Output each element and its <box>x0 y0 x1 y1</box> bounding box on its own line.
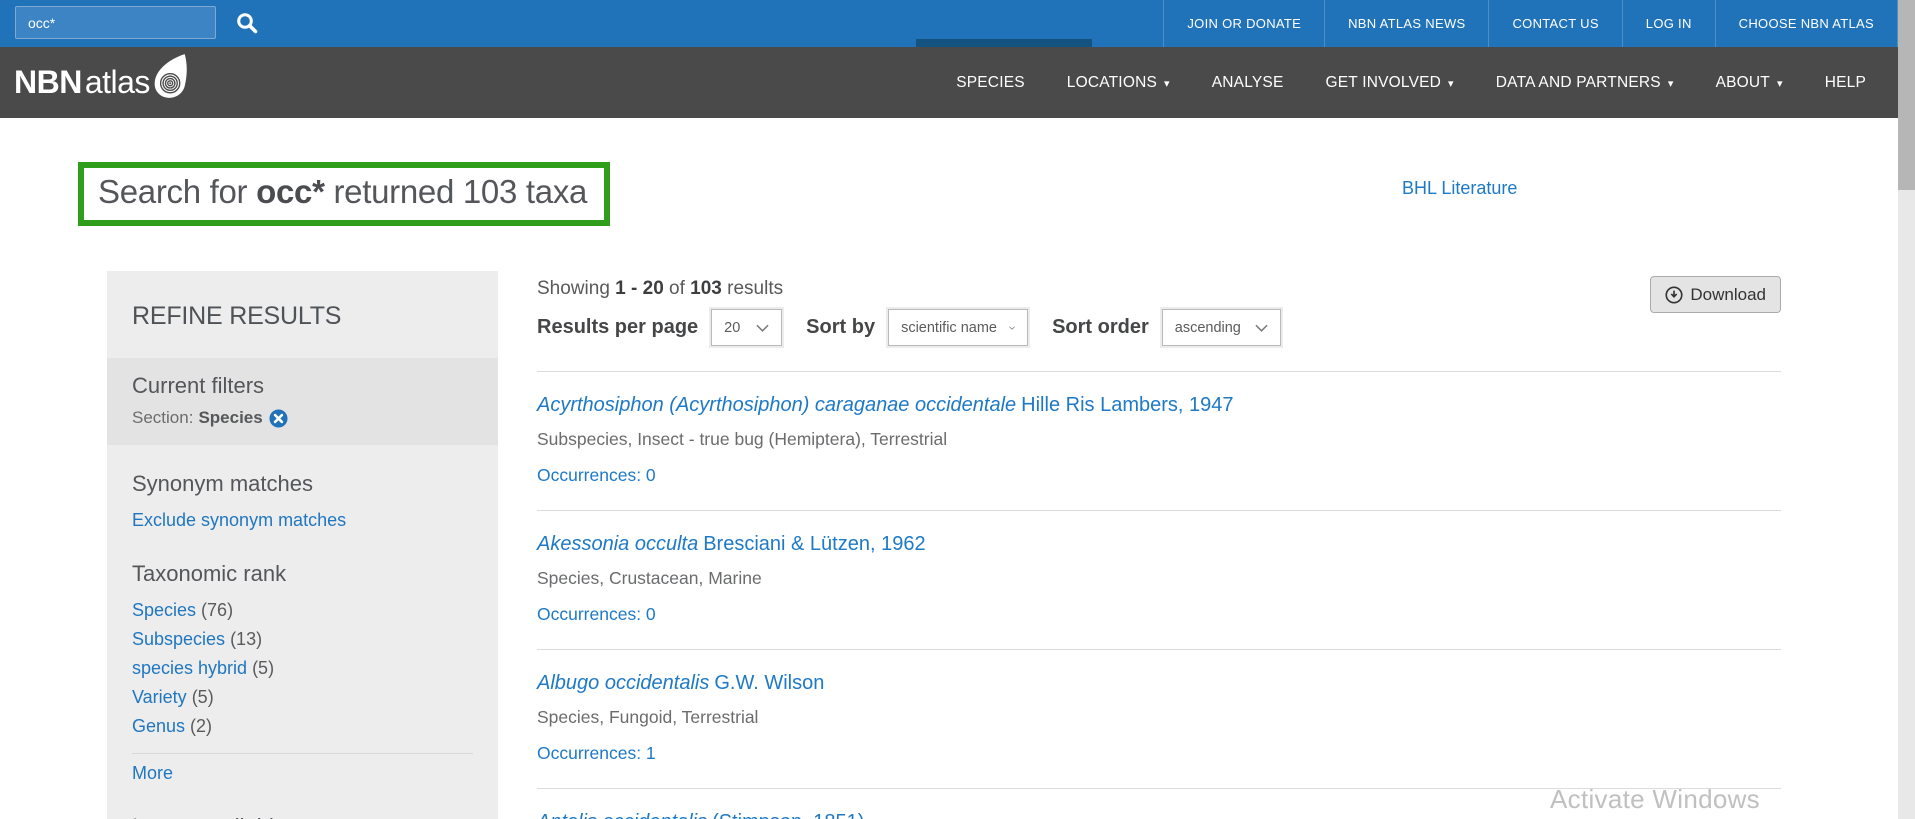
current-filters-heading: Current filters <box>132 373 265 398</box>
page-title: Search for occ* returned 103 taxa <box>98 173 588 210</box>
sidebar-divider <box>132 753 473 754</box>
menu-item-join-or-donate[interactable]: JOIN OR DONATE <box>1163 0 1324 47</box>
menu-item-contact-us[interactable]: CONTACT US <box>1488 0 1621 47</box>
download-button[interactable]: Download <box>1650 276 1781 313</box>
rank-filter-genus: Genus (2) <box>132 716 213 736</box>
activate-windows-watermark: Activate Windows <box>1550 784 1760 814</box>
taxon-link[interactable]: Antalis occidentalis (Stimpson, 1851) <box>537 811 864 819</box>
synonym-matches-heading: Synonym matches <box>132 471 313 496</box>
chevron-down-icon <box>1009 325 1015 330</box>
nav-item-analyse[interactable]: ANALYSE <box>1191 47 1305 118</box>
chevron-down-icon <box>1255 324 1268 332</box>
rank-count: (2) <box>185 716 213 736</box>
leaf-spiral-icon <box>150 54 192 104</box>
primary-nav-bar: NBN atlas SPECIES LOCATIONS ▾ ANALYSE GET … <box>0 47 1915 118</box>
rank-filter-variety: Variety (5) <box>132 687 214 707</box>
scrollbar-thumb[interactable] <box>1898 0 1915 190</box>
showing-summary: Showing 1 - 20 of 103 results <box>537 278 784 299</box>
results-list: Acyrthosiphon (Acyrthosiphon) caraganae … <box>537 371 1781 819</box>
menu-item-log-in[interactable]: LOG IN <box>1621 0 1715 47</box>
search-term: occ* <box>256 173 325 210</box>
sort-by-label: Sort by <box>806 316 876 338</box>
top-utility-bar: JOIN OR DONATE NBN ATLAS NEWS CONTACT US… <box>0 0 1915 47</box>
rank-filter-subspecies: Subspecies (13) <box>132 629 263 649</box>
current-filters-section: Current filters Section: Species <box>107 358 498 445</box>
download-icon <box>1665 285 1683 304</box>
search-button[interactable] <box>234 11 260 37</box>
rank-count: (5) <box>186 687 214 707</box>
utility-menu: JOIN OR DONATE NBN ATLAS NEWS CONTACT US… <box>1163 0 1898 47</box>
occurrences-link[interactable]: Occurrences: 0 <box>537 604 1781 625</box>
filter-value: Species <box>198 408 263 427</box>
menu-item-nbn-atlas-news[interactable]: NBN ATLAS NEWS <box>1324 0 1488 47</box>
taxonomic-rank-heading: Taxonomic rank <box>132 561 287 586</box>
nbn-atlas-search-page: JOIN OR DONATE NBN ATLAS NEWS CONTACT US… <box>0 0 1915 819</box>
occurrences-link[interactable]: Occurrences: 1 <box>537 743 1781 764</box>
chevron-down-icon <box>756 324 769 332</box>
occurrences-link[interactable]: Occurrences: 0 <box>537 465 1781 486</box>
chevron-down-icon: ▾ <box>1448 78 1454 90</box>
more-ranks-link[interactable]: More <box>132 763 173 784</box>
primary-nav-items: SPECIES LOCATIONS ▾ ANALYSE GET INVOLVED ▾… <box>935 47 1887 118</box>
author-citation: Bresciani & Lützen, 1962 <box>703 533 926 555</box>
rank-filter-species-hybrid: species hybrid (5) <box>132 658 275 678</box>
author-citation: G.W. Wilson <box>714 672 825 694</box>
author-citation: (Stimpson, 1851) <box>712 811 864 819</box>
sort-by-select[interactable]: scientific name <box>888 309 1029 346</box>
author-citation: Hille Ris Lambers, 1947 <box>1021 394 1234 416</box>
scientific-name: Acyrthosiphon (Acyrthosiphon) caraganae … <box>537 394 1017 416</box>
nav-item-about[interactable]: ABOUT ▾ <box>1695 47 1804 118</box>
results-per-page-label: Results per page <box>537 316 699 338</box>
search-input[interactable] <box>15 6 216 39</box>
rank-filter-species: Species (76) <box>132 600 234 620</box>
chevron-down-icon: ▾ <box>1667 78 1674 90</box>
scientific-name: Antalis occidentalis <box>537 811 707 819</box>
search-result-heading-box: Search for occ* returned 103 taxa <box>78 162 611 226</box>
taxon-link[interactable]: Acyrthosiphon (Acyrthosiphon) caraganae … <box>537 394 1234 417</box>
taxon-meta: Species, Fungoid, Terrestrial <box>537 707 759 727</box>
nav-item-locations[interactable]: LOCATIONS ▾ <box>1046 47 1191 118</box>
result-item: Acyrthosiphon (Acyrthosiphon) caraganae … <box>537 371 1781 510</box>
menu-item-choose-nbn-atlas[interactable]: CHOOSE NBN ATLAS <box>1714 0 1897 47</box>
results-main: Showing 1 - 20 of 103 results Results pe… <box>537 276 1781 819</box>
logo-text-nbn: NBN <box>14 64 82 100</box>
taxon-meta: Species, Crustacean, Marine <box>537 568 762 588</box>
nav-active-indicator <box>916 39 1092 47</box>
showing-total: 103 <box>690 278 722 299</box>
bhl-literature-link[interactable]: BHL Literature <box>1402 178 1517 199</box>
showing-range: 1 - 20 <box>615 278 664 299</box>
results-per-page-select[interactable]: 20 <box>711 309 783 346</box>
image-available-heading: Image available <box>132 814 473 819</box>
exclude-synonym-matches-link[interactable]: Exclude synonym matches <box>132 510 346 531</box>
sort-order-label: Sort order <box>1052 316 1149 338</box>
nbn-atlas-logo[interactable]: NBN atlas <box>14 54 192 104</box>
active-filter-section-species: Section: Species <box>132 408 473 428</box>
sort-order-select[interactable]: ascending <box>1161 309 1281 346</box>
sidebar-facets: Synonym matches Exclude synonym matches … <box>107 445 498 819</box>
vertical-scrollbar[interactable] <box>1898 0 1915 819</box>
chevron-down-icon: ▾ <box>1776 78 1783 90</box>
scientific-name: Albugo occidentalis <box>537 672 710 694</box>
result-item: Albugo occidentalis G.W. Wilson Species, … <box>537 649 1781 788</box>
refine-results-sidebar: REFINE RESULTS Current filters Section: … <box>107 271 498 819</box>
remove-filter-icon[interactable] <box>269 408 288 428</box>
sidebar-title: REFINE RESULTS <box>132 302 342 330</box>
rank-count: (13) <box>225 629 263 649</box>
chevron-down-icon: ▾ <box>1164 78 1170 90</box>
taxonomic-rank-list: Species (76) Subspecies (13) species hyb… <box>132 596 473 741</box>
rank-count: (76) <box>196 600 234 620</box>
result-item: Akessonia occulta Bresciani & Lützen, 196… <box>537 510 1781 649</box>
nav-item-help[interactable]: HELP <box>1804 47 1887 118</box>
taxon-link[interactable]: Akessonia occulta Bresciani & Lützen, 196… <box>537 533 926 556</box>
search-icon <box>235 13 259 38</box>
taxon-link[interactable]: Albugo occidentalis G.W. Wilson <box>537 672 824 695</box>
logo-text-atlas: atlas <box>84 64 151 100</box>
nav-item-get-involved[interactable]: GET INVOLVED ▾ <box>1305 47 1475 118</box>
nav-item-species[interactable]: SPECIES <box>935 47 1046 118</box>
taxon-meta: Subspecies, Insect - true bug (Hemiptera… <box>537 429 948 449</box>
nav-item-data-and-partners[interactable]: DATA AND PARTNERS ▾ <box>1475 47 1695 118</box>
scientific-name: Akessonia occulta <box>537 533 699 555</box>
rank-count: (5) <box>247 658 275 678</box>
results-controls: Results per page 20 Sort by scientific n… <box>537 309 1781 346</box>
